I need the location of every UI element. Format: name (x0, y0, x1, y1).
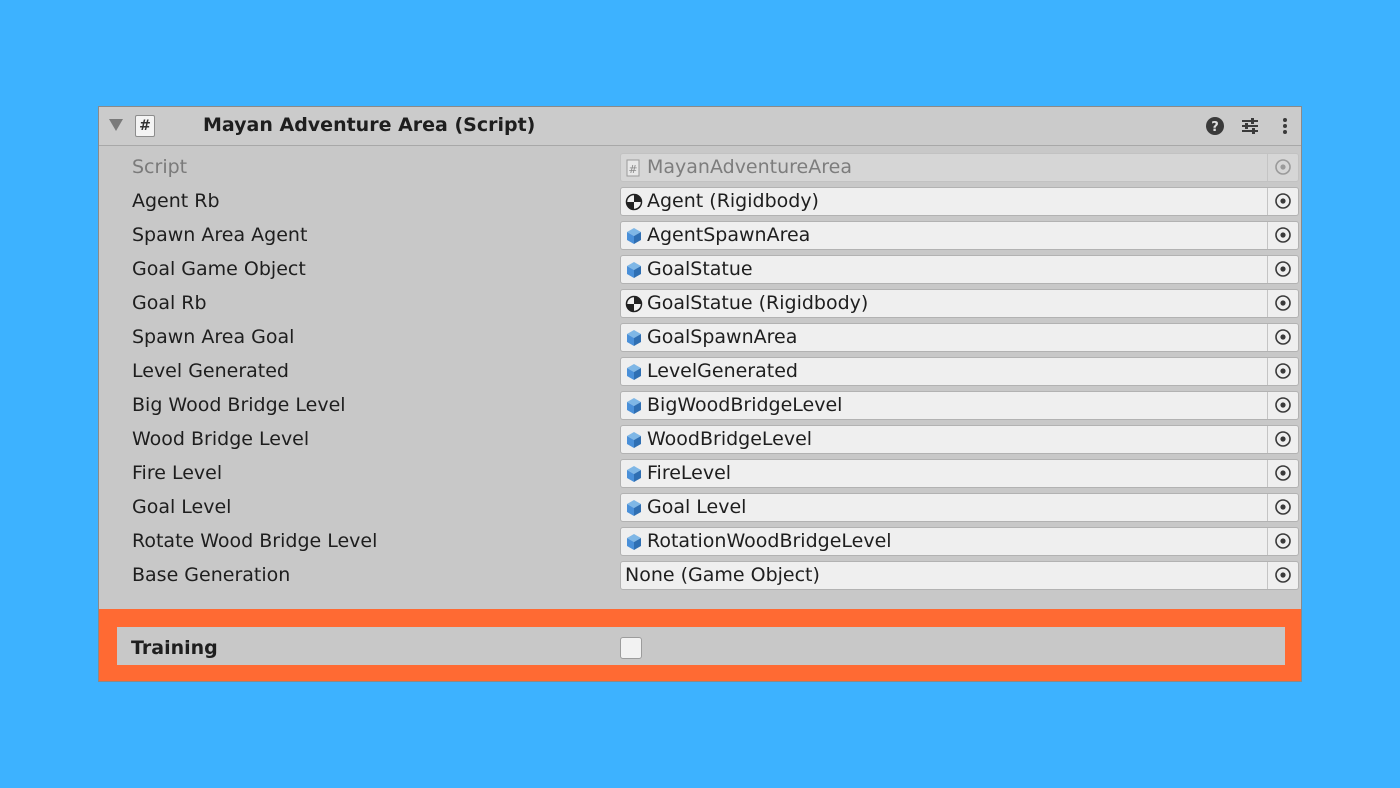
training-highlight-box: Training (99, 609, 1301, 681)
object-field-wood-bridge-level[interactable]: WoodBridgeLevel (620, 425, 1299, 454)
object-field-goal-rb[interactable]: GoalStatue (Rigidbody) (620, 289, 1299, 318)
object-picker-button[interactable] (1267, 392, 1298, 419)
object-field-base-generation[interactable]: None (Game Object) (620, 561, 1299, 590)
object-field-rotate-wood-bridge-level[interactable]: RotationWoodBridgeLevel (620, 527, 1299, 556)
svg-text:?: ? (1211, 120, 1219, 135)
field-label: Goal Level (132, 496, 232, 518)
gameobject-cube-icon (625, 363, 643, 381)
object-picker-button[interactable] (1267, 256, 1298, 283)
component-header[interactable]: # Mayan Adventure Area (Script) ? (99, 107, 1301, 146)
field-row-fire-level: Fire Level FireLevel (99, 459, 1301, 489)
object-picker-button[interactable] (1267, 562, 1298, 589)
field-value: GoalStatue (Rigidbody) (647, 292, 869, 314)
gameobject-cube-icon (625, 261, 643, 279)
field-value: MayanAdventureArea (647, 156, 852, 178)
object-field-script: # MayanAdventureArea (620, 153, 1299, 182)
object-field-spawn-area-agent[interactable]: AgentSpawnArea (620, 221, 1299, 250)
field-label: Spawn Area Goal (132, 326, 295, 348)
object-picker-button[interactable] (1267, 290, 1298, 317)
gameobject-cube-icon (625, 465, 643, 483)
gameobject-cube-icon (625, 397, 643, 415)
training-checkbox[interactable] (620, 637, 642, 659)
field-row-spawn-area-agent: Spawn Area Agent AgentSpawnArea (99, 221, 1301, 251)
gameobject-cube-icon (625, 227, 643, 245)
object-field-spawn-area-goal[interactable]: GoalSpawnArea (620, 323, 1299, 352)
object-picker-button[interactable] (1267, 324, 1298, 351)
field-value: WoodBridgeLevel (647, 428, 813, 450)
object-field-big-wood-bridge-level[interactable]: BigWoodBridgeLevel (620, 391, 1299, 420)
gameobject-cube-icon (625, 329, 643, 347)
object-field-goal-level[interactable]: Goal Level (620, 493, 1299, 522)
object-picker-button[interactable] (1267, 188, 1298, 215)
field-row-level-generated: Level Generated LevelGenerated (99, 357, 1301, 387)
field-row-big-wood-bridge-level: Big Wood Bridge Level BigWoodBridgeLevel (99, 391, 1301, 421)
field-row-base-generation: Base Generation None (Game Object) (99, 561, 1301, 591)
field-row-goal-rb: Goal Rb GoalStatue (Rigidbody) (99, 289, 1301, 319)
field-value: Goal Level (647, 496, 747, 518)
script-icon: # (135, 115, 155, 137)
object-picker-button[interactable] (1267, 494, 1298, 521)
field-label: Level Generated (132, 360, 289, 382)
field-row-wood-bridge-level: Wood Bridge Level WoodBridgeLevel (99, 425, 1301, 455)
field-value: None (Game Object) (625, 564, 820, 586)
help-icon[interactable]: ? (1205, 116, 1225, 136)
field-value: FireLevel (647, 462, 732, 484)
object-field-level-generated[interactable]: LevelGenerated (620, 357, 1299, 386)
field-label: Rotate Wood Bridge Level (132, 530, 378, 552)
field-row-script: Script # MayanAdventureArea (99, 153, 1301, 183)
field-label: Script (132, 156, 188, 178)
field-label: Goal Rb (132, 292, 207, 314)
object-field-fire-level[interactable]: FireLevel (620, 459, 1299, 488)
field-row-rotate-wood-bridge-level: Rotate Wood Bridge Level RotationWoodBri… (99, 527, 1301, 557)
field-row-agent-rb: Agent Rb Agent (Rigidbody) (99, 187, 1301, 217)
object-picker-button[interactable] (1267, 426, 1298, 453)
training-label: Training (131, 637, 218, 659)
foldout-arrow-icon[interactable] (109, 119, 123, 131)
field-row-goal-level: Goal Level Goal Level (99, 493, 1301, 523)
gameobject-cube-icon (625, 499, 643, 517)
field-label: Agent Rb (132, 190, 220, 212)
field-value: Agent (Rigidbody) (647, 190, 819, 212)
field-label: Base Generation (132, 564, 291, 586)
field-row-spawn-area-goal: Spawn Area Goal GoalSpawnArea (99, 323, 1301, 353)
field-value: RotationWoodBridgeLevel (647, 530, 892, 552)
rigidbody-icon (625, 295, 643, 313)
gameobject-cube-icon (625, 533, 643, 551)
object-field-agent-rb[interactable]: Agent (Rigidbody) (620, 187, 1299, 216)
presets-icon[interactable] (1240, 116, 1260, 136)
field-label: Goal Game Object (132, 258, 306, 280)
rigidbody-icon (625, 193, 643, 211)
field-value: GoalSpawnArea (647, 326, 798, 348)
svg-text:#: # (628, 163, 637, 176)
field-label: Spawn Area Agent (132, 224, 308, 246)
field-label: Wood Bridge Level (132, 428, 310, 450)
gameobject-cube-icon (625, 431, 643, 449)
inspector-component: # Mayan Adventure Area (Script) ? Script… (98, 106, 1302, 682)
field-label: Big Wood Bridge Level (132, 394, 346, 416)
object-picker-button (1267, 154, 1298, 181)
object-picker-button[interactable] (1267, 460, 1298, 487)
object-picker-button[interactable] (1267, 528, 1298, 555)
object-picker-button[interactable] (1267, 358, 1298, 385)
field-value: BigWoodBridgeLevel (647, 394, 843, 416)
script-icon: # (625, 159, 643, 177)
object-picker-button[interactable] (1267, 222, 1298, 249)
field-label: Fire Level (132, 462, 223, 484)
field-value: AgentSpawnArea (647, 224, 811, 246)
field-row-goal-game-object: Goal Game Object GoalStatue (99, 255, 1301, 285)
field-value: GoalStatue (647, 258, 753, 280)
more-options-icon[interactable] (1275, 116, 1295, 136)
component-title: Mayan Adventure Area (Script) (203, 114, 536, 136)
field-value: LevelGenerated (647, 360, 798, 382)
object-field-goal-game-object[interactable]: GoalStatue (620, 255, 1299, 284)
